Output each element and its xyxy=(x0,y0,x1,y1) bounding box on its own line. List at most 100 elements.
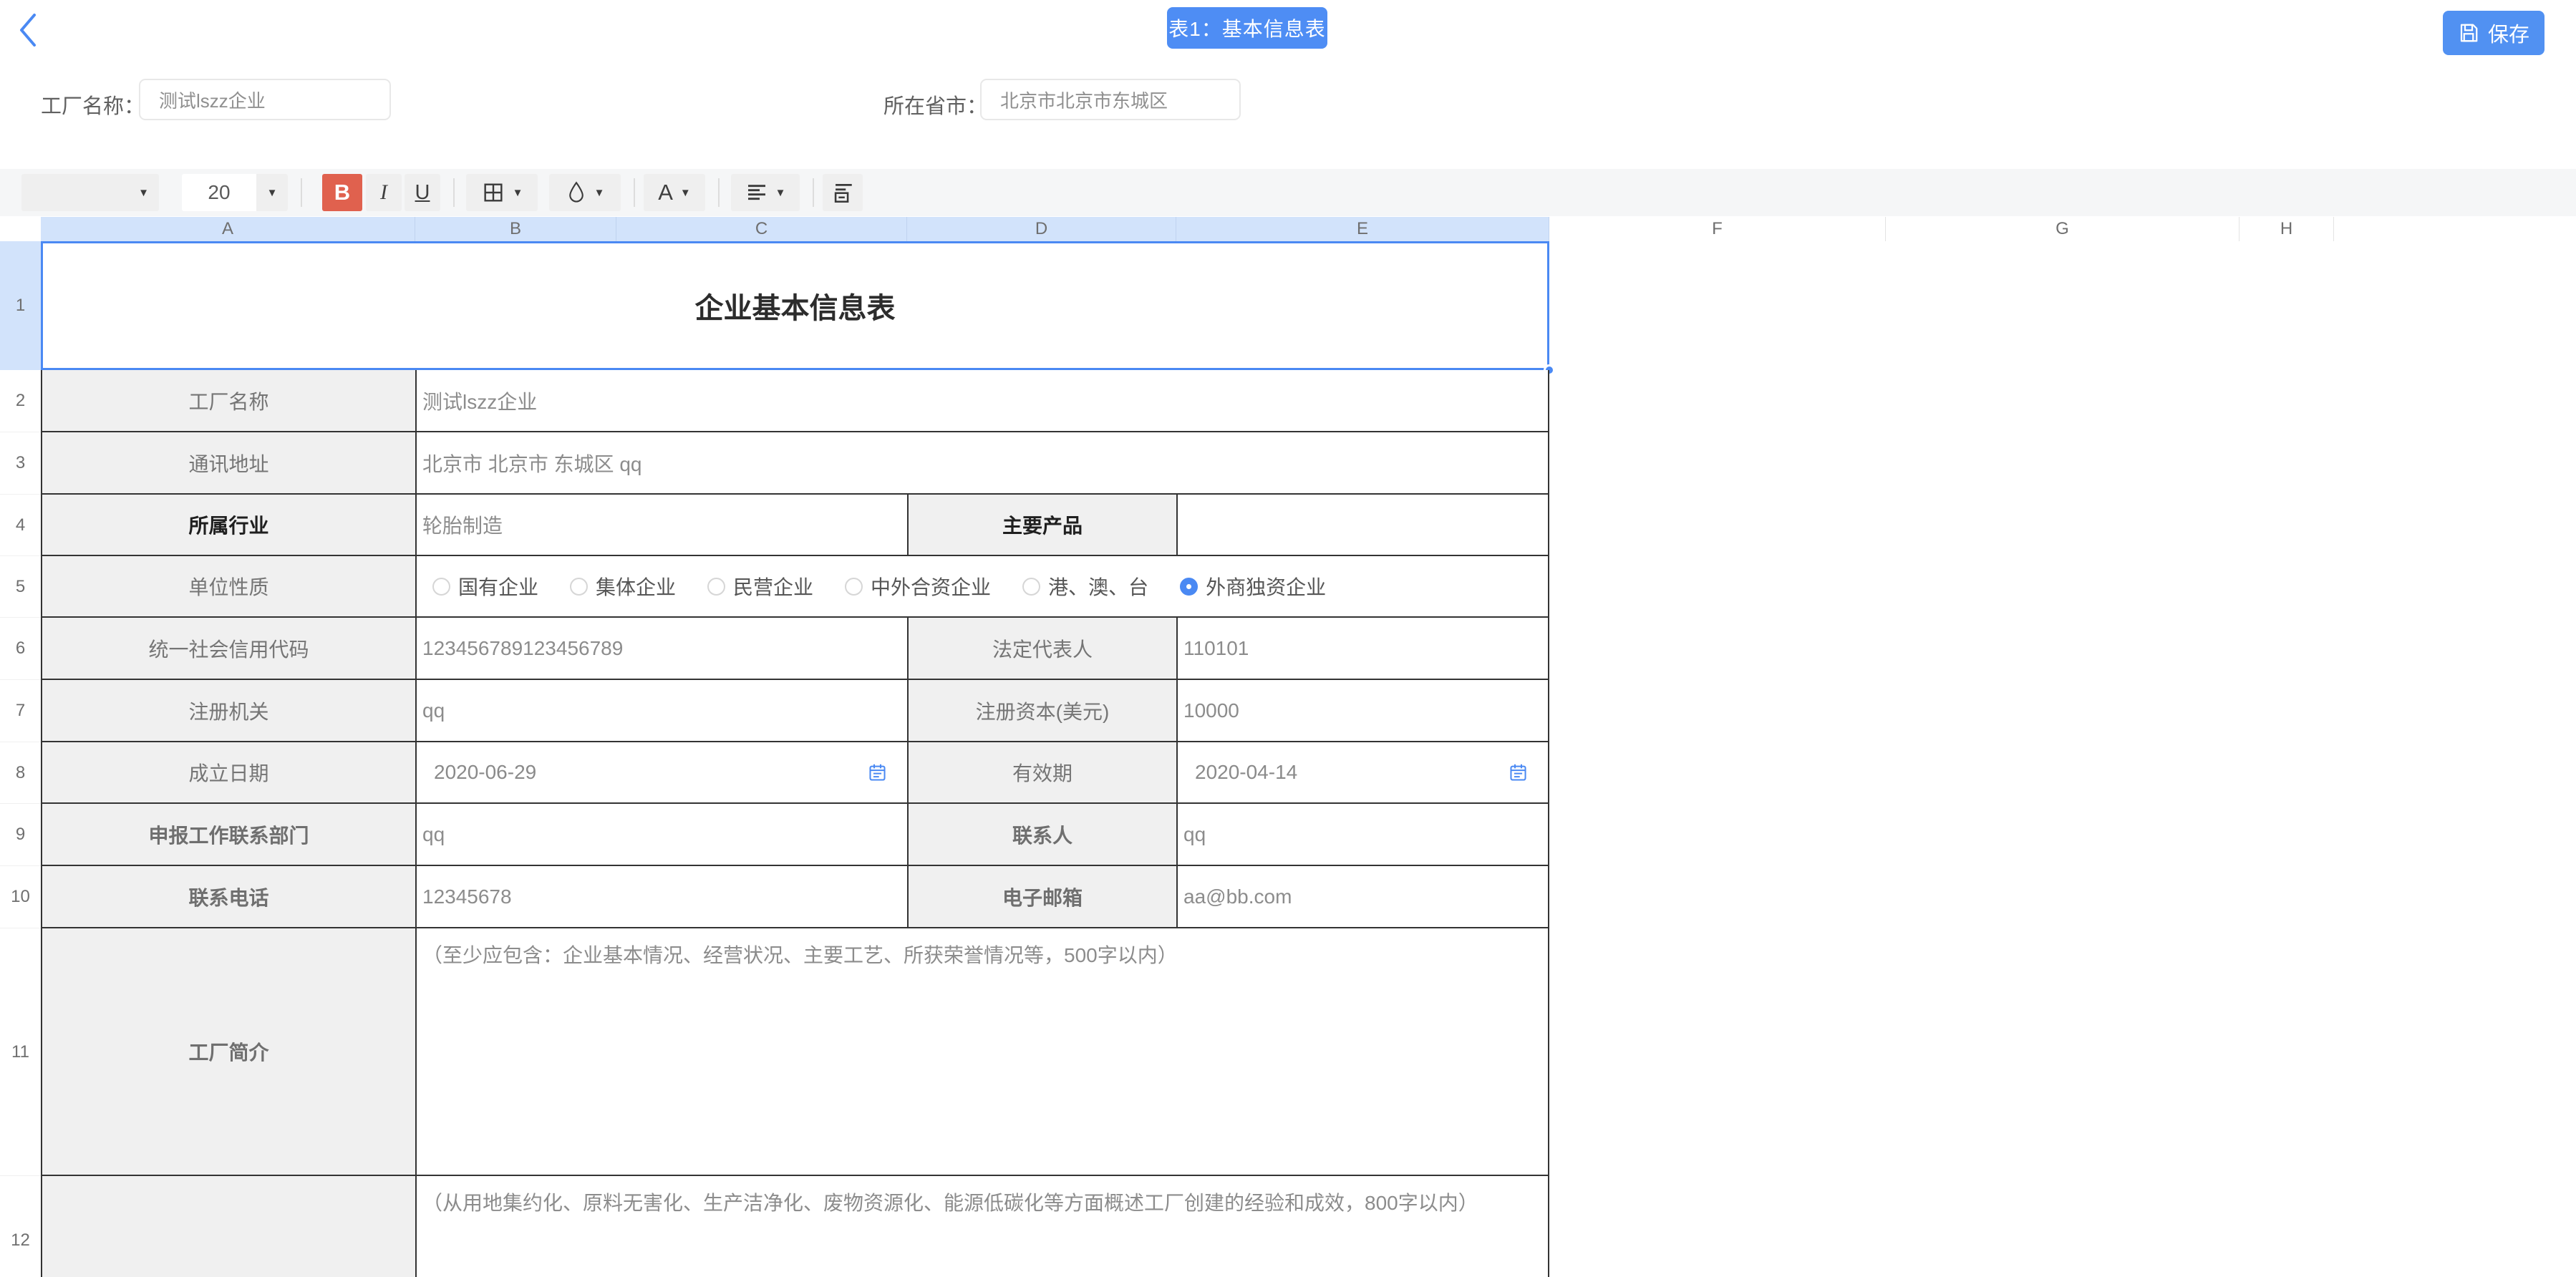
table-row: 注册机关 qq 注册资本(美元) 10000 xyxy=(42,680,1548,742)
chevron-down-icon: ▼ xyxy=(594,188,605,198)
radio-option-joint-venture[interactable]: 中外合资企业 xyxy=(845,572,991,601)
row-label-cell[interactable] xyxy=(42,1176,417,1277)
row-value-cell[interactable]: 110101 xyxy=(1178,618,1548,679)
row-header-10[interactable]: 10 xyxy=(0,866,41,928)
row-value-cell[interactable]: 123456789123456789 xyxy=(417,618,909,679)
sheet-tab-button[interactable]: 表1：基本信息表 xyxy=(1167,7,1327,49)
column-header-a[interactable]: A xyxy=(41,217,415,241)
row-label-cell[interactable]: 单位性质 xyxy=(42,556,417,616)
toolbar-divider xyxy=(453,178,455,207)
column-header-row: A B C D E F G H xyxy=(0,217,2576,241)
back-button[interactable] xyxy=(14,11,46,49)
row-label-cell[interactable]: 通讯地址 xyxy=(42,432,417,493)
select-all-corner[interactable] xyxy=(0,217,41,241)
row-value-cell[interactable]: aa@bb.com xyxy=(1178,866,1548,927)
merge-cells-button[interactable] xyxy=(823,174,863,211)
row-label-cell[interactable]: 工厂名称 xyxy=(42,370,417,431)
row-header-11[interactable]: 11 xyxy=(0,928,41,1176)
column-header-f[interactable]: F xyxy=(1549,217,1886,241)
row-header-2[interactable]: 2 xyxy=(0,370,41,432)
date-picker-cell[interactable]: 2020-04-14 xyxy=(1178,742,1548,802)
radio-option-collective[interactable]: 集体企业 xyxy=(570,572,676,601)
calendar-icon[interactable] xyxy=(1509,762,1528,783)
row-label-cell[interactable]: 注册资本(美元) xyxy=(909,680,1178,741)
align-button[interactable]: ▼ xyxy=(731,174,800,211)
column-header-e[interactable]: E xyxy=(1176,217,1549,241)
row-value-cell[interactable]: 10000 xyxy=(1178,680,1548,741)
chevron-left-icon xyxy=(14,11,46,49)
floppy-disk-icon xyxy=(2458,22,2479,44)
radio-icon xyxy=(1022,578,1040,596)
row-header-9[interactable]: 9 xyxy=(0,804,41,866)
row-header-8[interactable]: 8 xyxy=(0,742,41,804)
row-header-6[interactable]: 6 xyxy=(0,618,41,680)
factory-name-input[interactable] xyxy=(139,79,391,120)
row-value-cell[interactable]: qq xyxy=(1178,804,1548,865)
save-button-label: 保存 xyxy=(2488,18,2529,48)
borders-button[interactable]: ▼ xyxy=(466,174,538,211)
row-label-cell[interactable]: 所属行业 xyxy=(42,495,417,555)
row-value-cell[interactable]: 轮胎制造 xyxy=(417,495,909,555)
row-label-cell[interactable]: 统一社会信用代码 xyxy=(42,618,417,679)
column-header-b[interactable]: B xyxy=(415,217,616,241)
row-label-cell[interactable]: 工厂简介 xyxy=(42,928,417,1175)
toolbar-divider xyxy=(634,178,635,207)
row-label-cell[interactable]: 有效期 xyxy=(909,742,1178,802)
row-header-7[interactable]: 7 xyxy=(0,680,41,742)
unit-type-radio-group: 国有企业 集体企业 民营企业 中外合资企业 xyxy=(417,556,1548,616)
font-family-dropdown[interactable]: ▼ xyxy=(21,174,159,211)
table-row: 单位性质 国有企业 集体企业 民营企业 xyxy=(42,556,1548,618)
radio-option-state-owned[interactable]: 国有企业 xyxy=(432,572,538,601)
column-header-h[interactable]: H xyxy=(2240,217,2334,241)
table-row: 成立日期 2020-06-29 有效期 2020-04-14 xyxy=(42,742,1548,804)
row-header-3[interactable]: 3 xyxy=(0,432,41,495)
row-value-cell[interactable] xyxy=(1178,495,1548,555)
radio-option-foreign-owned-selected[interactable]: 外商独资企业 xyxy=(1180,572,1326,601)
row-header-1[interactable]: 1 xyxy=(0,241,41,370)
row-label-cell[interactable]: 申报工作联系部门 xyxy=(42,804,417,865)
row-value-cell[interactable]: qq xyxy=(417,804,909,865)
row-value-cell[interactable]: 北京市 北京市 东城区 qq xyxy=(417,432,1548,493)
row-header-12[interactable]: 12 xyxy=(0,1176,41,1277)
save-button[interactable]: 保存 xyxy=(2443,11,2544,55)
underline-button[interactable]: U xyxy=(405,174,440,211)
row-label-cell[interactable]: 主要产品 xyxy=(909,495,1178,555)
row-label-cell[interactable]: 电子邮箱 xyxy=(909,866,1178,927)
font-color-button[interactable]: A ▼ xyxy=(644,174,705,211)
factory-experience-cell[interactable]: （从用地集约化、原料无害化、生产洁净化、废物资源化、能源低碳化等方面概述工厂创建… xyxy=(417,1176,1548,1277)
row-label-cell[interactable]: 联系人 xyxy=(909,804,1178,865)
radio-option-hk-macao-taiwan[interactable]: 港、澳、台 xyxy=(1022,572,1148,601)
row-value-cell[interactable]: 测试lszz企业 xyxy=(417,370,1548,431)
row-value-cell[interactable]: qq xyxy=(417,680,909,741)
table-row: 统一社会信用代码 123456789123456789 法定代表人 110101 xyxy=(42,618,1548,680)
fill-color-button[interactable]: ▼ xyxy=(549,174,621,211)
row-header-5[interactable]: 5 xyxy=(0,556,41,618)
column-header-g[interactable]: G xyxy=(1886,217,2240,241)
row-header-4[interactable]: 4 xyxy=(0,495,41,556)
merge-cells-icon xyxy=(831,180,855,205)
calendar-icon[interactable] xyxy=(868,762,887,783)
font-size-dropdown[interactable]: 20 ▼ xyxy=(182,174,288,211)
table-row: 工厂名称 测试lszz企业 xyxy=(42,370,1548,432)
chevron-down-icon: ▼ xyxy=(256,174,288,211)
row-label-cell[interactable]: 成立日期 xyxy=(42,742,417,802)
chevron-down-icon: ▼ xyxy=(680,188,691,198)
province-input[interactable] xyxy=(980,79,1241,120)
toolbar-divider xyxy=(301,178,302,207)
font-size-value: 20 xyxy=(182,181,256,204)
date-picker-cell[interactable]: 2020-06-29 xyxy=(417,742,909,802)
italic-button[interactable]: I xyxy=(366,174,402,211)
column-header-d[interactable]: D xyxy=(907,217,1176,241)
row-value-cell[interactable]: 12345678 xyxy=(417,866,909,927)
app-window: 表1：基本信息表 保存 工厂名称： 所在省市： ▼ 20 ▼ B I U ▼ xyxy=(0,0,2576,1277)
chevron-down-icon: ▼ xyxy=(775,188,786,198)
row-label-cell[interactable]: 联系电话 xyxy=(42,866,417,927)
sheet-title-cell[interactable]: 企业基本信息表 xyxy=(41,241,1549,370)
column-header-c[interactable]: C xyxy=(616,217,907,241)
factory-intro-cell[interactable]: （至少应包含：企业基本情况、经营状况、主要工艺、所获荣誉情况等，500字以内） xyxy=(417,928,1548,1175)
row-label-cell[interactable]: 注册机关 xyxy=(42,680,417,741)
format-toolbar: ▼ 20 ▼ B I U ▼ ▼ A ▼ xyxy=(0,169,2576,216)
radio-option-private[interactable]: 民营企业 xyxy=(707,572,813,601)
bold-button[interactable]: B xyxy=(322,174,362,211)
row-label-cell[interactable]: 法定代表人 xyxy=(909,618,1178,679)
